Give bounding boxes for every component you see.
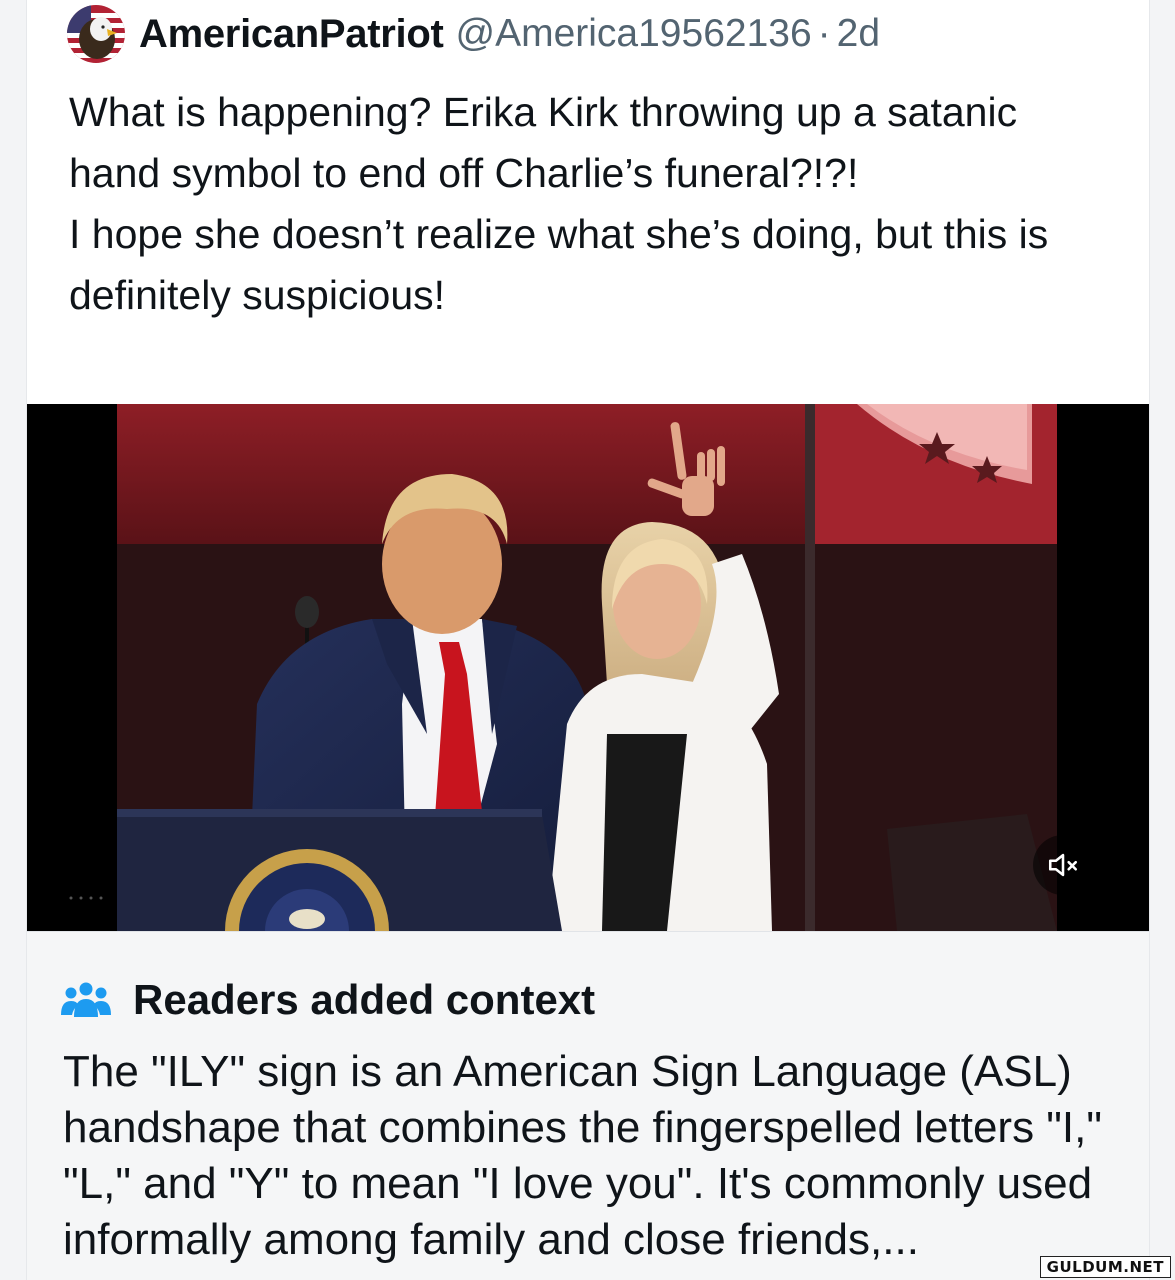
avatar[interactable]	[67, 5, 125, 63]
tweet-paragraph: I hope she doesn’t realize what she’s do…	[69, 211, 1049, 318]
watermark-logo: GULDUM.NET	[1039, 1256, 1171, 1278]
video-frame	[27, 404, 1149, 931]
user-handle[interactable]: @America19562136	[456, 12, 812, 56]
community-note-body[interactable]: The "ILY" sign is an American Sign Langu…	[63, 1044, 1123, 1268]
display-name[interactable]: AmericanPatriot	[139, 12, 444, 57]
tweet-card[interactable]: AmericanPatriot @America19562136 · 2d Wh…	[26, 0, 1150, 1280]
community-note: Readers added context The "ILY" sign is …	[27, 931, 1149, 1280]
community-note-title: Readers added context	[133, 976, 596, 1023]
separator-dot: ·	[817, 12, 831, 55]
tweet-header: AmericanPatriot @America19562136 · 2d	[67, 4, 880, 64]
tweet-paragraph: What is happening? Erika Kirk throwing u…	[69, 89, 1018, 196]
people-icon	[61, 982, 111, 1017]
mute-button[interactable]	[1033, 835, 1093, 895]
eagle-flag-avatar-icon	[67, 5, 125, 63]
video-player[interactable]	[27, 404, 1149, 931]
tweet-text: What is happening? Erika Kirk throwing u…	[69, 82, 1109, 326]
speaker-muted-icon	[1048, 853, 1078, 877]
community-note-header: Readers added context	[61, 976, 595, 1024]
timestamp[interactable]: 2d	[837, 12, 880, 56]
